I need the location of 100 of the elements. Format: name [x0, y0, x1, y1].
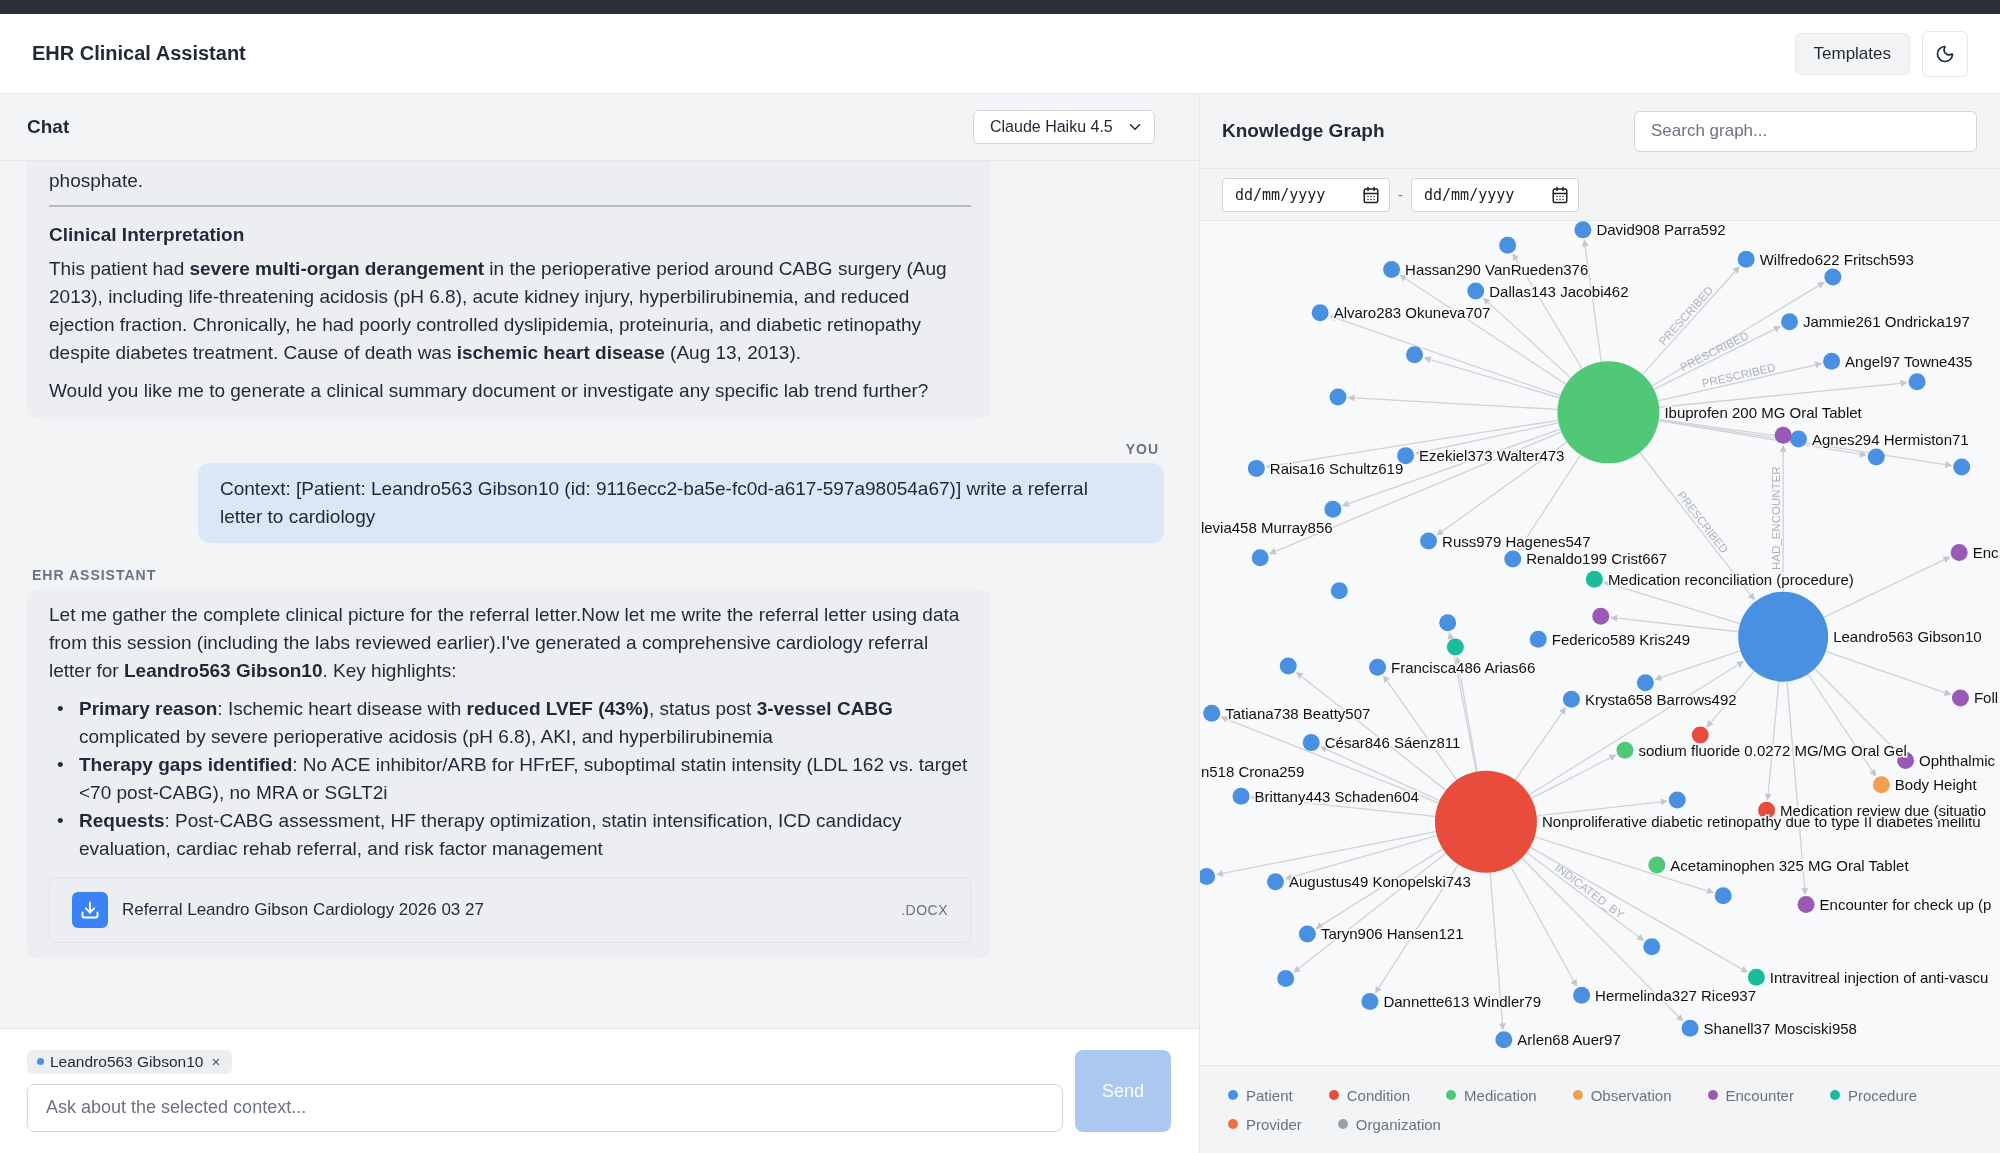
graph-node[interactable]: [1446, 638, 1464, 656]
graph-node[interactable]: [1467, 282, 1485, 300]
legend-label: Provider: [1246, 1115, 1302, 1133]
search-field[interactable]: Search graph...: [1634, 110, 1977, 152]
node-label: Ibuprofen 200 MG Oral Tablet: [1664, 403, 1862, 421]
graph-node[interactable]: [1397, 447, 1415, 465]
graph-node[interactable]: [1330, 582, 1348, 600]
graph-node[interactable]: [1251, 549, 1269, 567]
graph-node[interactable]: [1872, 776, 1890, 794]
graph-node[interactable]: [1361, 993, 1379, 1011]
message-text: Would you like me to generate a clinical summary document or investigate any specific lab trend further?: [49, 379, 930, 403]
file-extension: .DOCX: [901, 901, 948, 920]
graph-node[interactable]: [1681, 1019, 1699, 1037]
date-field[interactable]: dd/mm/yyyy: [1411, 177, 1579, 212]
graph-node[interactable]: [1267, 873, 1284, 891]
calendar-icon[interactable]: [1551, 185, 1569, 204]
graph-node[interactable]: [1592, 607, 1610, 625]
download-icon[interactable]: [72, 892, 108, 928]
legend-label: Observation: [1590, 1086, 1672, 1104]
graph-node[interactable]: [1247, 459, 1265, 477]
node-label: Krysta658 Barrows492: [1584, 690, 1737, 708]
node-label: Agnes294 Hermiston71: [1811, 430, 1969, 448]
node-label: Arlen68 Auer97: [1517, 1031, 1621, 1049]
legend-label: Condition: [1346, 1086, 1411, 1104]
graph-node[interactable]: [1420, 532, 1438, 550]
graph-node[interactable]: [1203, 704, 1221, 722]
sender-label: EHR ASSISTANT: [32, 567, 157, 583]
date-field[interactable]: dd/mm/yyyy: [1222, 177, 1390, 212]
graph-node[interactable]: [1823, 352, 1841, 370]
graph-node[interactable]: [1747, 968, 1765, 986]
node-label: Encounter for check up (p: [1819, 896, 1992, 914]
graph-node[interactable]: [1279, 657, 1297, 675]
graph-node[interactable]: [1950, 544, 1968, 562]
graph-node[interactable]: [1797, 896, 1815, 914]
graph-node[interactable]: [1406, 346, 1424, 364]
node-label: Renaldo199 Crist667: [1526, 550, 1668, 568]
graph-node[interactable]: [1383, 260, 1401, 278]
node-label: Enc: [1972, 544, 1999, 562]
message-input[interactable]: Ask about the selected context...: [27, 1083, 1063, 1132]
date-separator: -: [1398, 186, 1403, 203]
graph-node[interactable]: [1499, 236, 1517, 254]
graph-node[interactable]: [1738, 591, 1829, 682]
graph-node[interactable]: [1824, 268, 1842, 286]
graph-node[interactable]: [1714, 887, 1732, 905]
node-label: Foll: [1973, 689, 1999, 707]
patient-dot-icon: [37, 1058, 44, 1066]
graph-node[interactable]: [1369, 658, 1387, 676]
graph-node[interactable]: [1643, 938, 1661, 956]
graph-node[interactable]: [1232, 787, 1250, 805]
node-label: Jammie261 Ondricka197: [1803, 313, 1970, 331]
graph-node[interactable]: [1324, 500, 1342, 518]
graph-node[interactable]: [1562, 690, 1580, 708]
bullet-item-text: Therapy gaps identified: No ACE inhibitor/ARB for HFrEF, suboptimal statin intensity (LDL 162 vs. target <70 post-CABG), no MRA or SGLT2i: [79, 753, 969, 805]
graph-node[interactable]: [1648, 856, 1666, 874]
graph-node[interactable]: [1789, 430, 1807, 448]
node-label: David908 Parra592: [1596, 221, 1726, 239]
templates-button[interactable]: Templates: [1794, 32, 1910, 75]
graph-node[interactable]: [1951, 689, 1969, 707]
bullet: •: [57, 809, 65, 833]
graph-node[interactable]: [1329, 388, 1347, 406]
graph-node[interactable]: [1574, 221, 1592, 239]
graph-node[interactable]: [1668, 791, 1686, 809]
node-label: Acetaminophen 325 MG Oral Tablet: [1670, 856, 1909, 874]
calendar-icon[interactable]: [1362, 185, 1380, 204]
node-label: Dannette613 Windler79: [1383, 993, 1541, 1011]
graph-node[interactable]: [1585, 570, 1603, 588]
legend-label: Organization: [1355, 1115, 1441, 1133]
model-name: Claude Haiku 4.5: [990, 118, 1113, 136]
graph-node[interactable]: [1434, 770, 1537, 873]
graph-node[interactable]: [1908, 373, 1926, 391]
node-label: sodium fluoride 0.0272 MG/MG Oral Gel: [1638, 741, 1907, 759]
graph-node[interactable]: [1781, 313, 1799, 331]
model-select[interactable]: Claude Haiku 4.5: [973, 110, 1155, 144]
graph-node[interactable]: [1277, 970, 1295, 988]
graph-node[interactable]: [1867, 448, 1885, 466]
graph-node[interactable]: [1737, 250, 1755, 268]
graph-node[interactable]: [1616, 741, 1634, 759]
graph-node[interactable]: [1529, 630, 1547, 648]
graph-node[interactable]: [1636, 674, 1654, 692]
node-label: Dallas143 Jacobi462: [1489, 282, 1629, 300]
graph-node[interactable]: [1298, 925, 1316, 943]
bullet: •: [57, 753, 65, 777]
graph-node[interactable]: [1200, 868, 1216, 886]
graph-node[interactable]: [1504, 550, 1522, 568]
file-attachment[interactable]: Referral Leandro Gibson Cardiology 2026 03 27 .DOCX: [49, 877, 971, 943]
node-label: Body Height: [1894, 776, 1977, 794]
node-label: Hassan290 VanRueden376: [1405, 260, 1589, 278]
node-label: Hermelinda327 Rice937: [1595, 986, 1757, 1004]
message-heading: Clinical Interpretation: [49, 223, 246, 247]
graph-node[interactable]: [1302, 734, 1320, 752]
graph-node[interactable]: [1311, 304, 1329, 322]
chip-remove-button[interactable]: ×: [209, 1053, 223, 1071]
graph-node[interactable]: [1691, 726, 1709, 744]
graph-node[interactable]: [1573, 986, 1591, 1004]
graph-node[interactable]: [1439, 614, 1457, 632]
graph-node[interactable]: [1495, 1031, 1513, 1049]
node-label: Taryn906 Hansen121: [1320, 925, 1464, 943]
graph-node[interactable]: [1774, 426, 1792, 444]
theme-toggle-button[interactable]: [1922, 30, 1968, 77]
graph-node[interactable]: [1953, 458, 1971, 476]
